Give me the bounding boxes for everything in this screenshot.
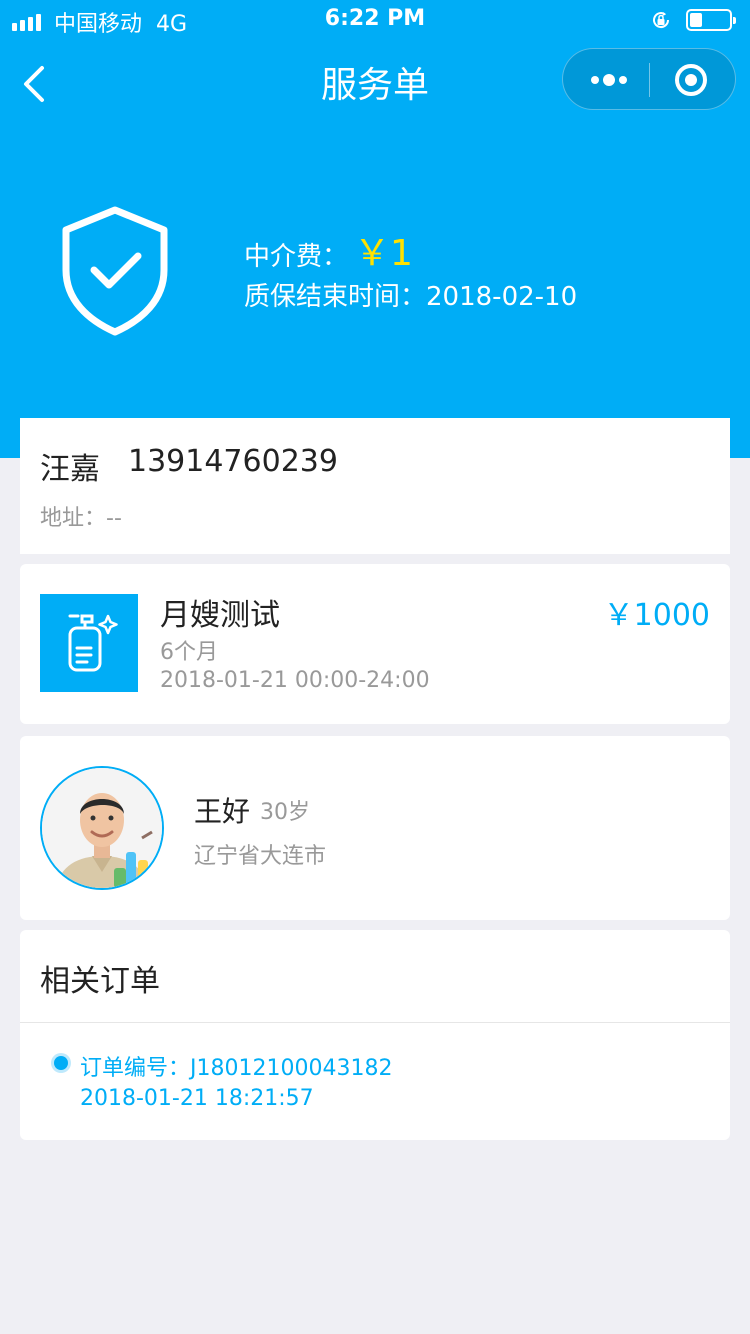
agency-fee-value: ￥1 xyxy=(354,233,413,274)
service-card[interactable]: 月嫂测试 6个月 2018-01-21 00:00-24:00 ￥1000 xyxy=(20,564,730,724)
customer-phone[interactable]: 13914760239 xyxy=(128,444,338,479)
agency-fee: 中介费： ￥1 xyxy=(244,224,413,276)
worker-location: 辽宁省大连市 xyxy=(194,844,327,869)
address-value: -- xyxy=(106,506,122,531)
customer-address: 地址：-- xyxy=(40,500,122,532)
orientation-lock-icon xyxy=(653,12,670,29)
cleaning-spray-icon xyxy=(40,594,138,692)
service-time-range: 2018-01-21 00:00-24:00 xyxy=(160,668,430,693)
warranty-date: 2018-02-10 xyxy=(426,282,578,312)
order-number-value: J18012100043182 xyxy=(190,1056,393,1081)
avatar xyxy=(40,766,164,890)
status-time: 6:22 PM xyxy=(324,6,426,31)
customer-card: 汪嘉 13914760239 地址：-- xyxy=(20,418,730,554)
more-options-icon[interactable] xyxy=(585,65,633,95)
worker-card[interactable]: 王好 30岁 辽宁省大连市 xyxy=(20,736,730,920)
mini-program-capsule xyxy=(562,48,736,110)
service-name: 月嫂测试 xyxy=(160,598,280,633)
service-duration: 6个月 xyxy=(160,640,218,665)
order-time: 2018-01-21 18:21:57 xyxy=(80,1086,314,1111)
worker-name: 王好 xyxy=(194,795,251,828)
worker-age: 30岁 xyxy=(260,800,310,825)
related-orders-title: 相关订单 xyxy=(40,964,160,999)
address-label: 地址： xyxy=(40,506,107,531)
timeline-dot-icon xyxy=(54,1056,68,1070)
service-price: ￥1000 xyxy=(603,598,710,633)
order-number: 订单编号：J18012100043182 xyxy=(80,1050,392,1082)
order-number-label: 订单编号： xyxy=(80,1056,191,1081)
divider xyxy=(20,1022,730,1023)
customer-name: 汪嘉 xyxy=(40,452,100,487)
agency-fee-label: 中介费： xyxy=(244,242,349,272)
close-mini-program-icon[interactable] xyxy=(673,62,709,98)
shield-check-icon xyxy=(62,206,168,336)
status-bar: 中国移动 4G 6:22 PM xyxy=(0,0,750,40)
related-orders-card: 相关订单 订单编号：J18012100043182 2018-01-21 18:… xyxy=(20,930,730,1140)
battery-icon xyxy=(686,9,736,31)
warranty-end: 质保结束时间：2018-02-10 xyxy=(244,276,577,313)
warranty-label: 质保结束时间： xyxy=(244,282,427,312)
